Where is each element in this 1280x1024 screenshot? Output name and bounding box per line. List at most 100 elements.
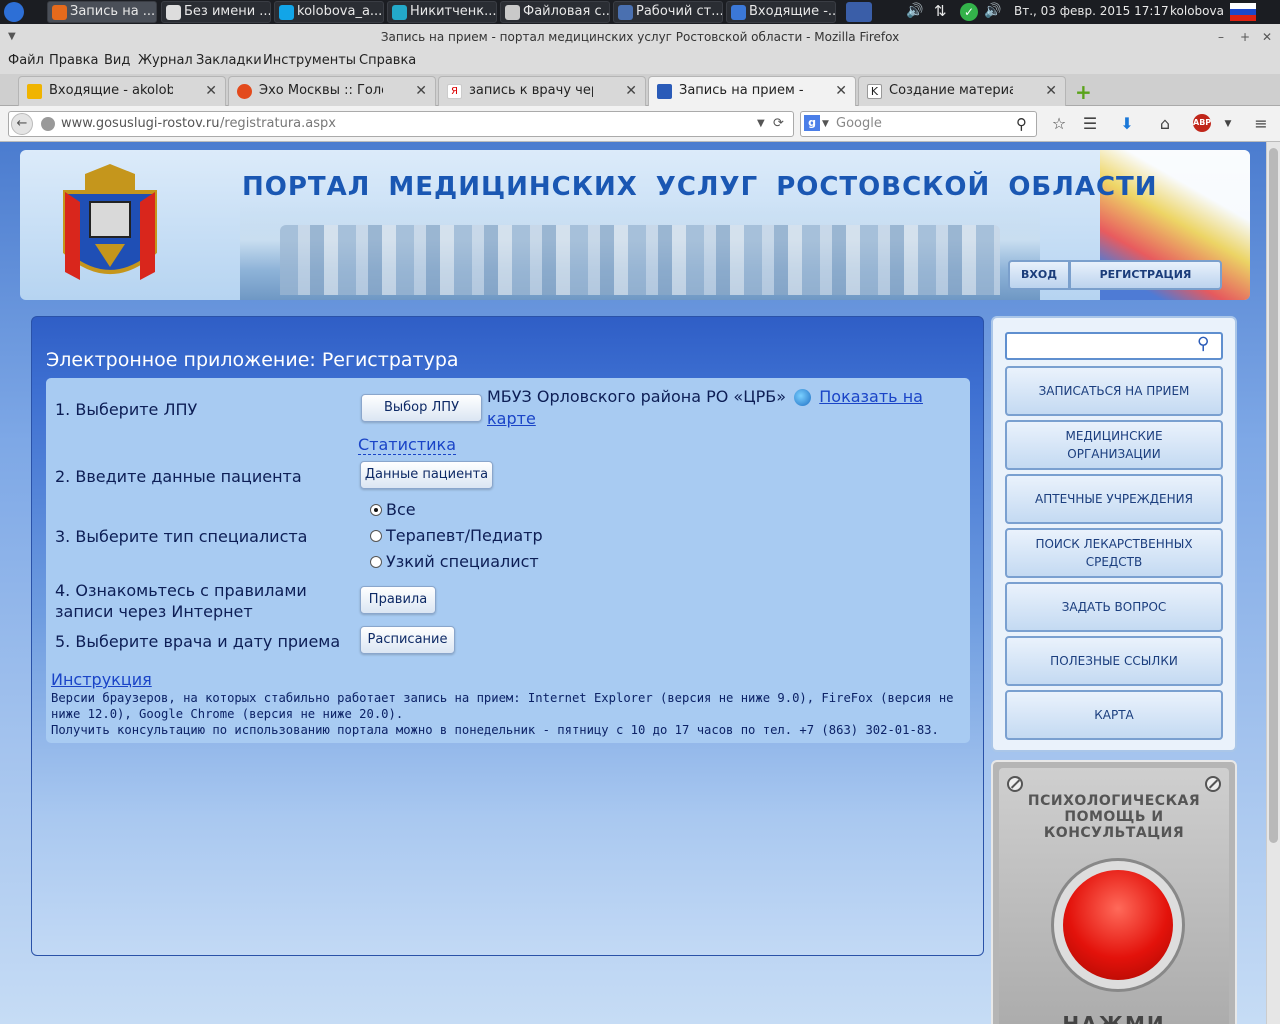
taskbar-task-files[interactable]: Файловая с...	[500, 1, 610, 23]
user-name[interactable]: kolobova	[1170, 4, 1224, 18]
russian-flag-icon[interactable]	[1230, 3, 1256, 21]
info-note: Версии браузеров, на которых стабильно р…	[51, 690, 971, 738]
consult-note: Получить консультацию по использованию п…	[51, 723, 939, 737]
psych-help-panel: ПСИХОЛОГИЧЕСКАЯ ПОМОЩЬ И КОНСУЛЬТАЦИЯ НА…	[991, 760, 1237, 1024]
tab-close-icon[interactable]: ✕	[835, 77, 847, 105]
url-domain[interactable]: www.gosuslugi-rostov.ru	[61, 112, 219, 136]
close-icon[interactable]: ✕	[1262, 24, 1272, 50]
k-icon: K	[867, 84, 882, 99]
instructions-link[interactable]: Инструкция	[51, 670, 152, 689]
menu-help[interactable]: Справка	[359, 53, 416, 68]
sidebar-item-pharmacies[interactable]: АПТЕЧНЫЕ УЧРЕЖДЕНИЯ	[1005, 474, 1223, 524]
register-button[interactable]: РЕГИСТРАЦИЯ	[1070, 260, 1222, 290]
panic-red-button[interactable]	[1063, 870, 1173, 980]
search-engine-dropdown-icon[interactable]: ▼	[822, 112, 829, 136]
window-menu-icon[interactable]: ▼	[8, 24, 16, 50]
tab-yandex[interactable]: Язапись к врачу через ...✕	[438, 76, 646, 106]
rostov-crest-icon[interactable]	[55, 162, 165, 292]
taskbar-task-firefox[interactable]: Запись на ...	[47, 1, 157, 23]
url-bar[interactable]: ← www.gosuslugi-rostov.ru/registratura.a…	[8, 111, 794, 137]
adblock-dropdown-icon[interactable]: ▼	[1218, 114, 1238, 134]
taskbar-task-desktop[interactable]: Рабочий ст...	[613, 1, 723, 23]
minimize-icon[interactable]: –	[1218, 24, 1224, 50]
maximize-icon[interactable]: +	[1240, 24, 1250, 50]
tab-close-icon[interactable]: ✕	[205, 77, 217, 105]
search-bar[interactable]: g ▼ Google ⚲	[800, 111, 1037, 137]
press-label[interactable]: НАЖМИ	[999, 1012, 1229, 1024]
new-tab-icon[interactable]: +	[1075, 80, 1092, 104]
tab-material[interactable]: KСоздание материала Н...✕	[858, 76, 1066, 106]
sidebar-item-ask-question[interactable]: ЗАДАТЬ ВОПРОС	[1005, 582, 1223, 632]
sidebar-item-appointment[interactable]: ЗАПИСАТЬСЯ НА ПРИЕМ	[1005, 366, 1223, 416]
xfce-menu-icon[interactable]	[4, 2, 24, 22]
remote-desktop-icon	[618, 5, 633, 20]
radio-unselected-icon[interactable]	[370, 555, 382, 568]
window-titlebar: ▼ Запись на прием - портал медицинских у…	[0, 24, 1280, 50]
adblock-icon[interactable]: ABP	[1193, 114, 1211, 132]
firefox-tray-icon[interactable]	[846, 2, 872, 22]
patient-data-button[interactable]: Данные пациента	[360, 461, 493, 489]
menu-tools[interactable]: Инструменты	[263, 53, 356, 68]
rules-button[interactable]: Правила	[360, 586, 436, 614]
tab-close-icon[interactable]: ✕	[415, 77, 427, 105]
menu-history[interactable]: Журнал	[138, 53, 193, 68]
specialist-radio-all[interactable]: Все	[370, 500, 416, 519]
bookmark-star-icon[interactable]: ☆	[1049, 114, 1069, 134]
specialist-radio-narrow[interactable]: Узкий специалист	[370, 552, 539, 571]
browsers-note: Версии браузеров, на которых стабильно р…	[51, 691, 954, 721]
select-lpu-button[interactable]: Выбор ЛПУ	[361, 394, 482, 422]
page-scrollbar[interactable]	[1266, 142, 1280, 1024]
taskbar-task-skype[interactable]: kolobova_a...	[274, 1, 384, 23]
lpu-info: МБУЗ Орловского района РО «ЦРБ» Показать…	[487, 386, 947, 430]
google-icon[interactable]: g	[804, 115, 820, 131]
updates-ok-icon[interactable]: ✓	[960, 3, 978, 21]
back-arrow-icon[interactable]: ←	[11, 113, 33, 135]
screw-icon	[1205, 776, 1221, 792]
radio-selected-icon[interactable]	[370, 503, 382, 516]
scrollbar-thumb[interactable]	[1269, 148, 1278, 843]
reload-icon[interactable]: ⟳	[773, 112, 784, 136]
menu-view[interactable]: Вид	[104, 53, 130, 68]
tab-close-icon[interactable]: ✕	[625, 77, 637, 105]
sidebar-item-useful-links[interactable]: ПОЛЕЗНЫЕ ССЫЛКИ	[1005, 636, 1223, 686]
sidebar-item-map[interactable]: КАРТА	[1005, 690, 1223, 740]
step-3-label: 3. Выберите тип специалиста	[55, 527, 308, 546]
app-title: Электронное приложение: Регистратура	[46, 349, 459, 371]
volume-icon[interactable]: 🔊	[906, 3, 923, 19]
search-icon[interactable]: ⚲	[1197, 334, 1209, 354]
network-icon[interactable]: ⇅	[934, 2, 947, 20]
tab-echo[interactable]: Эхо Москвы :: Голосо...✕	[228, 76, 436, 106]
radio-unselected-icon[interactable]	[370, 529, 382, 542]
taskbar-task-editor[interactable]: Без имени ...	[161, 1, 271, 23]
search-placeholder: Google	[836, 116, 882, 131]
text-editor-icon	[166, 5, 181, 20]
bookmarks-list-icon[interactable]: ☰	[1080, 114, 1100, 134]
taskbar-task-mail[interactable]: Входящие -...	[726, 1, 836, 23]
menu-bookmarks[interactable]: Закладки	[196, 53, 262, 68]
menu-file[interactable]: Файл	[8, 53, 44, 68]
tab-registratura[interactable]: Запись на прием - пор...✕	[648, 76, 856, 107]
tab-mail[interactable]: Входящие - akolobova...✕	[18, 76, 226, 106]
tab-close-icon[interactable]: ✕	[1045, 77, 1057, 105]
schedule-button[interactable]: Расписание	[360, 626, 455, 654]
specialist-radio-therapist[interactable]: Терапевт/Педиатр	[370, 526, 543, 545]
login-button[interactable]: ВХОД	[1008, 260, 1070, 290]
navigation-bar: ← www.gosuslugi-rostov.ru/registratura.a…	[0, 106, 1280, 142]
sound-icon[interactable]: 🔊	[984, 3, 1001, 19]
sidebar-item-drug-search[interactable]: ПОИСК ЛЕКАРСТВЕННЫХ СРЕДСТВ	[1005, 528, 1223, 578]
window-title: Запись на прием - портал медицинских усл…	[380, 30, 900, 44]
url-path[interactable]: /registratura.aspx	[220, 112, 336, 136]
downloads-icon[interactable]: ⬇	[1117, 114, 1137, 134]
step-5-label: 5. Выберите врача и дату приема	[55, 632, 341, 651]
menu-edit[interactable]: Правка	[49, 53, 98, 68]
globe-icon	[794, 389, 812, 406]
sidebar-item-medical-organizations[interactable]: МЕДИЦИНСКИЕ ОРГАНИЗАЦИИ	[1005, 420, 1223, 470]
search-icon[interactable]: ⚲	[1016, 112, 1027, 136]
clock[interactable]: Вт., 03 февр. 2015 17:17	[1014, 4, 1169, 18]
site-search-input[interactable]: ⚲	[1005, 332, 1223, 360]
url-history-dropdown-icon[interactable]: ▼	[757, 112, 765, 136]
hamburger-menu-icon[interactable]: ≡	[1251, 114, 1271, 134]
home-icon[interactable]: ⌂	[1155, 114, 1175, 134]
statistics-link[interactable]: Статистика	[358, 435, 456, 455]
taskbar-task-chat[interactable]: Никитченк...	[387, 1, 497, 23]
